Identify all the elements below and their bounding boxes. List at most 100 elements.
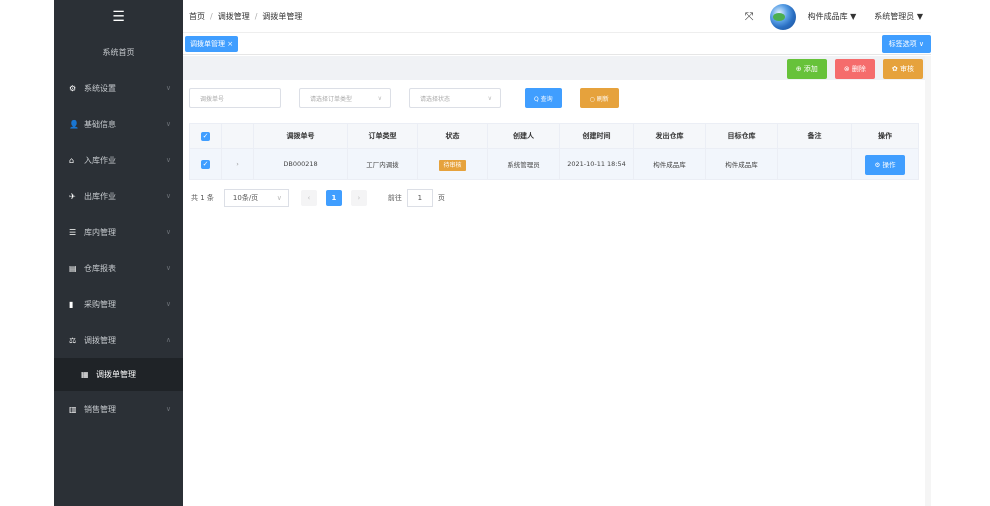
menu-toggle-icon[interactable]: ☰ (54, 0, 183, 34)
content-area: ⊕ 添加 ⊗ 删除 ✿ 审核 调拨单号 请选择订单类型 ∨ 请选择状态 ∨ Q 查询… (183, 56, 925, 506)
sidebar-item-home[interactable]: 系统首页 (54, 34, 183, 70)
select-placeholder: 请选择订单类型 (310, 95, 353, 103)
add-button[interactable]: ⊕ 添加 (786, 59, 827, 79)
breadcrumb: 首页 / 调拨管理 / 调拨单管理 (189, 11, 303, 21)
expand-column-header (221, 123, 254, 149)
cell-status: 待审核 (417, 148, 488, 180)
tag-options-button[interactable]: 标签选项 ∨ (881, 35, 931, 53)
topbar: 首页 / 调拨管理 / 调拨单管理 ⤧ 构件成品库 ▼ 系统管理员 ▼ (183, 0, 931, 33)
grid-icon: ▦ (81, 370, 89, 379)
tab-transfer-orders[interactable]: 调拨单管理 × (185, 35, 239, 52)
chevron-down-icon: ∨ (165, 84, 171, 92)
search-button[interactable]: Q 查询 (525, 88, 562, 108)
delete-button[interactable]: ⊗ 删除 (834, 59, 875, 79)
column-header: 创建人 (487, 123, 560, 149)
fullscreen-icon[interactable]: ⤧ (745, 10, 754, 24)
chevron-down-icon: ∨ (165, 120, 171, 128)
breadcrumb-transfer[interactable]: 调拨管理 (218, 12, 250, 21)
column-header: 状态 (417, 123, 488, 149)
column-header: 订单类型 (347, 123, 418, 149)
sidebar-item-label: 出库作业 (84, 191, 116, 201)
home-icon: ⌂ (69, 155, 75, 165)
sidebar-item-label: 入库作业 (84, 155, 116, 165)
check-icon: ✓ (201, 131, 210, 141)
chevron-down-icon: ∨ (377, 94, 382, 102)
sidebar-item-basic[interactable]: 👤 基础信息 ∨ (54, 106, 183, 142)
warehouse-dropdown[interactable]: 构件成品库 ▼ (808, 11, 857, 22)
page-size-value: 10条/页 (232, 194, 259, 202)
row-checkbox[interactable]: ✓ (189, 148, 222, 180)
chevron-down-icon: ∨ (165, 192, 171, 200)
status-badge: 待审核 (439, 159, 466, 171)
goto-page: 前往 1 页 (388, 189, 445, 207)
sidebar-item-label: 基础信息 (84, 119, 116, 129)
chevron-down-icon: ∨ (487, 94, 492, 102)
send-icon: ✈ (69, 191, 76, 201)
cell-from: 构件成品库 (633, 148, 706, 180)
column-header: 调拨单号 (253, 123, 348, 149)
sidebar-item-label: 调拨管理 (84, 335, 116, 345)
avatar[interactable] (769, 3, 796, 30)
goto-label: 前往 (387, 194, 402, 202)
user-icon: 👤 (69, 119, 79, 129)
page-size-select[interactable]: 10条/页 ∨ (223, 189, 289, 207)
chevron-down-icon: ∨ (165, 228, 171, 236)
next-page-button[interactable]: › (350, 190, 367, 206)
prev-page-button[interactable]: ‹ (300, 190, 317, 206)
transfer-table: ✓ 调拨单号 订单类型 状态 创建人 创建时间 发出仓库 目标仓库 备注 操作 (189, 123, 919, 180)
select-placeholder: 请选择状态 (420, 95, 451, 103)
page-unit-label: 页 (437, 194, 445, 202)
column-header: 目标仓库 (705, 123, 778, 149)
cell-action: ⚙ 操作 (851, 148, 919, 180)
sidebar-item-inbound[interactable]: ⌂ 入库作业 ∨ (54, 142, 183, 178)
cell-created: 2021-10-11 18:54 (559, 148, 634, 180)
filter-bar: 调拨单号 请选择订单类型 ∨ 请选择状态 ∨ Q 查询 ○ 刷新 (189, 88, 619, 108)
column-header: 发出仓库 (633, 123, 706, 149)
total-count: 共 1 条 (191, 194, 214, 202)
cell-creator: 系统管理员 (487, 148, 560, 180)
chevron-down-icon: ∨ (165, 300, 171, 308)
table-row[interactable]: ✓ › DB000218 工厂内调拨 待审核 系统管理员 2021-10-11 … (189, 148, 919, 180)
order-no-input[interactable]: 调拨单号 (189, 88, 281, 108)
action-toolbar: ⊕ 添加 ⊗ 删除 ✿ 审核 (779, 59, 923, 79)
sidebar-item-reports[interactable]: ▤ 仓库报表 ∨ (54, 250, 183, 286)
order-type-select[interactable]: 请选择订单类型 ∨ (299, 88, 391, 108)
refresh-button[interactable]: ○ 刷新 (579, 88, 619, 108)
sidebar-item-system[interactable]: ⚙ 系统设置 ∨ (54, 70, 183, 106)
sidebar-item-label: 仓库报表 (84, 263, 116, 273)
audit-button[interactable]: ✿ 审核 (882, 59, 923, 79)
gear-icon: ⚙ (69, 83, 77, 93)
main: 首页 / 调拨管理 / 调拨单管理 ⤧ 构件成品库 ▼ 系统管理员 ▼ 调拨单管理 × … (183, 0, 931, 506)
breadcrumb-home[interactable]: 首页 (189, 12, 205, 21)
sidebar-item-transfer[interactable]: ⚖ 调拨管理 ∧ (54, 322, 183, 358)
list-icon: ☰ (69, 227, 77, 237)
breadcrumb-current: 调拨单管理 (262, 11, 303, 21)
sidebar: ☰ 系统首页 ⚙ 系统设置 ∨ 👤 基础信息 ∨ ⌂ 入库作业 ∨ ✈ 出库作业 ∨ ☰ 库内管理… (54, 0, 183, 506)
sidebar-item-label: 销售管理 (84, 404, 116, 414)
document-icon: ▥ (69, 404, 77, 414)
sidebar-item-outbound[interactable]: ✈ 出库作业 ∨ (54, 178, 183, 214)
row-expand-icon[interactable]: › (221, 148, 254, 180)
sidebar-item-label: 调拨单管理 (96, 370, 136, 379)
sidebar-item-label: 系统设置 (84, 83, 116, 93)
chevron-down-icon: ∨ (165, 264, 171, 272)
scale-icon: ⚖ (69, 335, 77, 345)
chevron-up-icon: ∧ (165, 336, 171, 344)
table-header-row: ✓ 调拨单号 订单类型 状态 创建人 创建时间 发出仓库 目标仓库 备注 操作 (189, 123, 919, 149)
sidebar-item-inventory[interactable]: ☰ 库内管理 ∨ (54, 214, 183, 250)
sidebar-item-sales[interactable]: ▥ 销售管理 ∨ (54, 391, 183, 427)
operate-button[interactable]: ⚙ 操作 (864, 155, 906, 175)
status-select[interactable]: 请选择状态 ∨ (409, 88, 501, 108)
list-card: 调拨单号 请选择订单类型 ∨ 请选择状态 ∨ Q 查询 ○ 刷新 ✓ 调拨单号 订单… (183, 80, 925, 506)
sidebar-item-label: 系统首页 (102, 47, 135, 57)
goto-page-input[interactable]: 1 (406, 189, 433, 207)
cell-type: 工厂内调拨 (347, 148, 418, 180)
scrollbar[interactable] (925, 56, 931, 506)
app: ☰ 系统首页 ⚙ 系统设置 ∨ 👤 基础信息 ∨ ⌂ 入库作业 ∨ ✈ 出库作业 ∨ ☰ 库内管理… (54, 0, 931, 506)
user-dropdown[interactable]: 系统管理员 ▼ (874, 11, 923, 22)
select-all-checkbox[interactable]: ✓ (189, 123, 222, 149)
sidebar-item-purchase[interactable]: ▮ 采购管理 ∨ (54, 286, 183, 322)
column-header: 操作 (851, 123, 919, 149)
page-number[interactable]: 1 (325, 190, 342, 206)
sidebar-subitem-transfer-orders[interactable]: ▦ 调拨单管理 (54, 358, 183, 391)
